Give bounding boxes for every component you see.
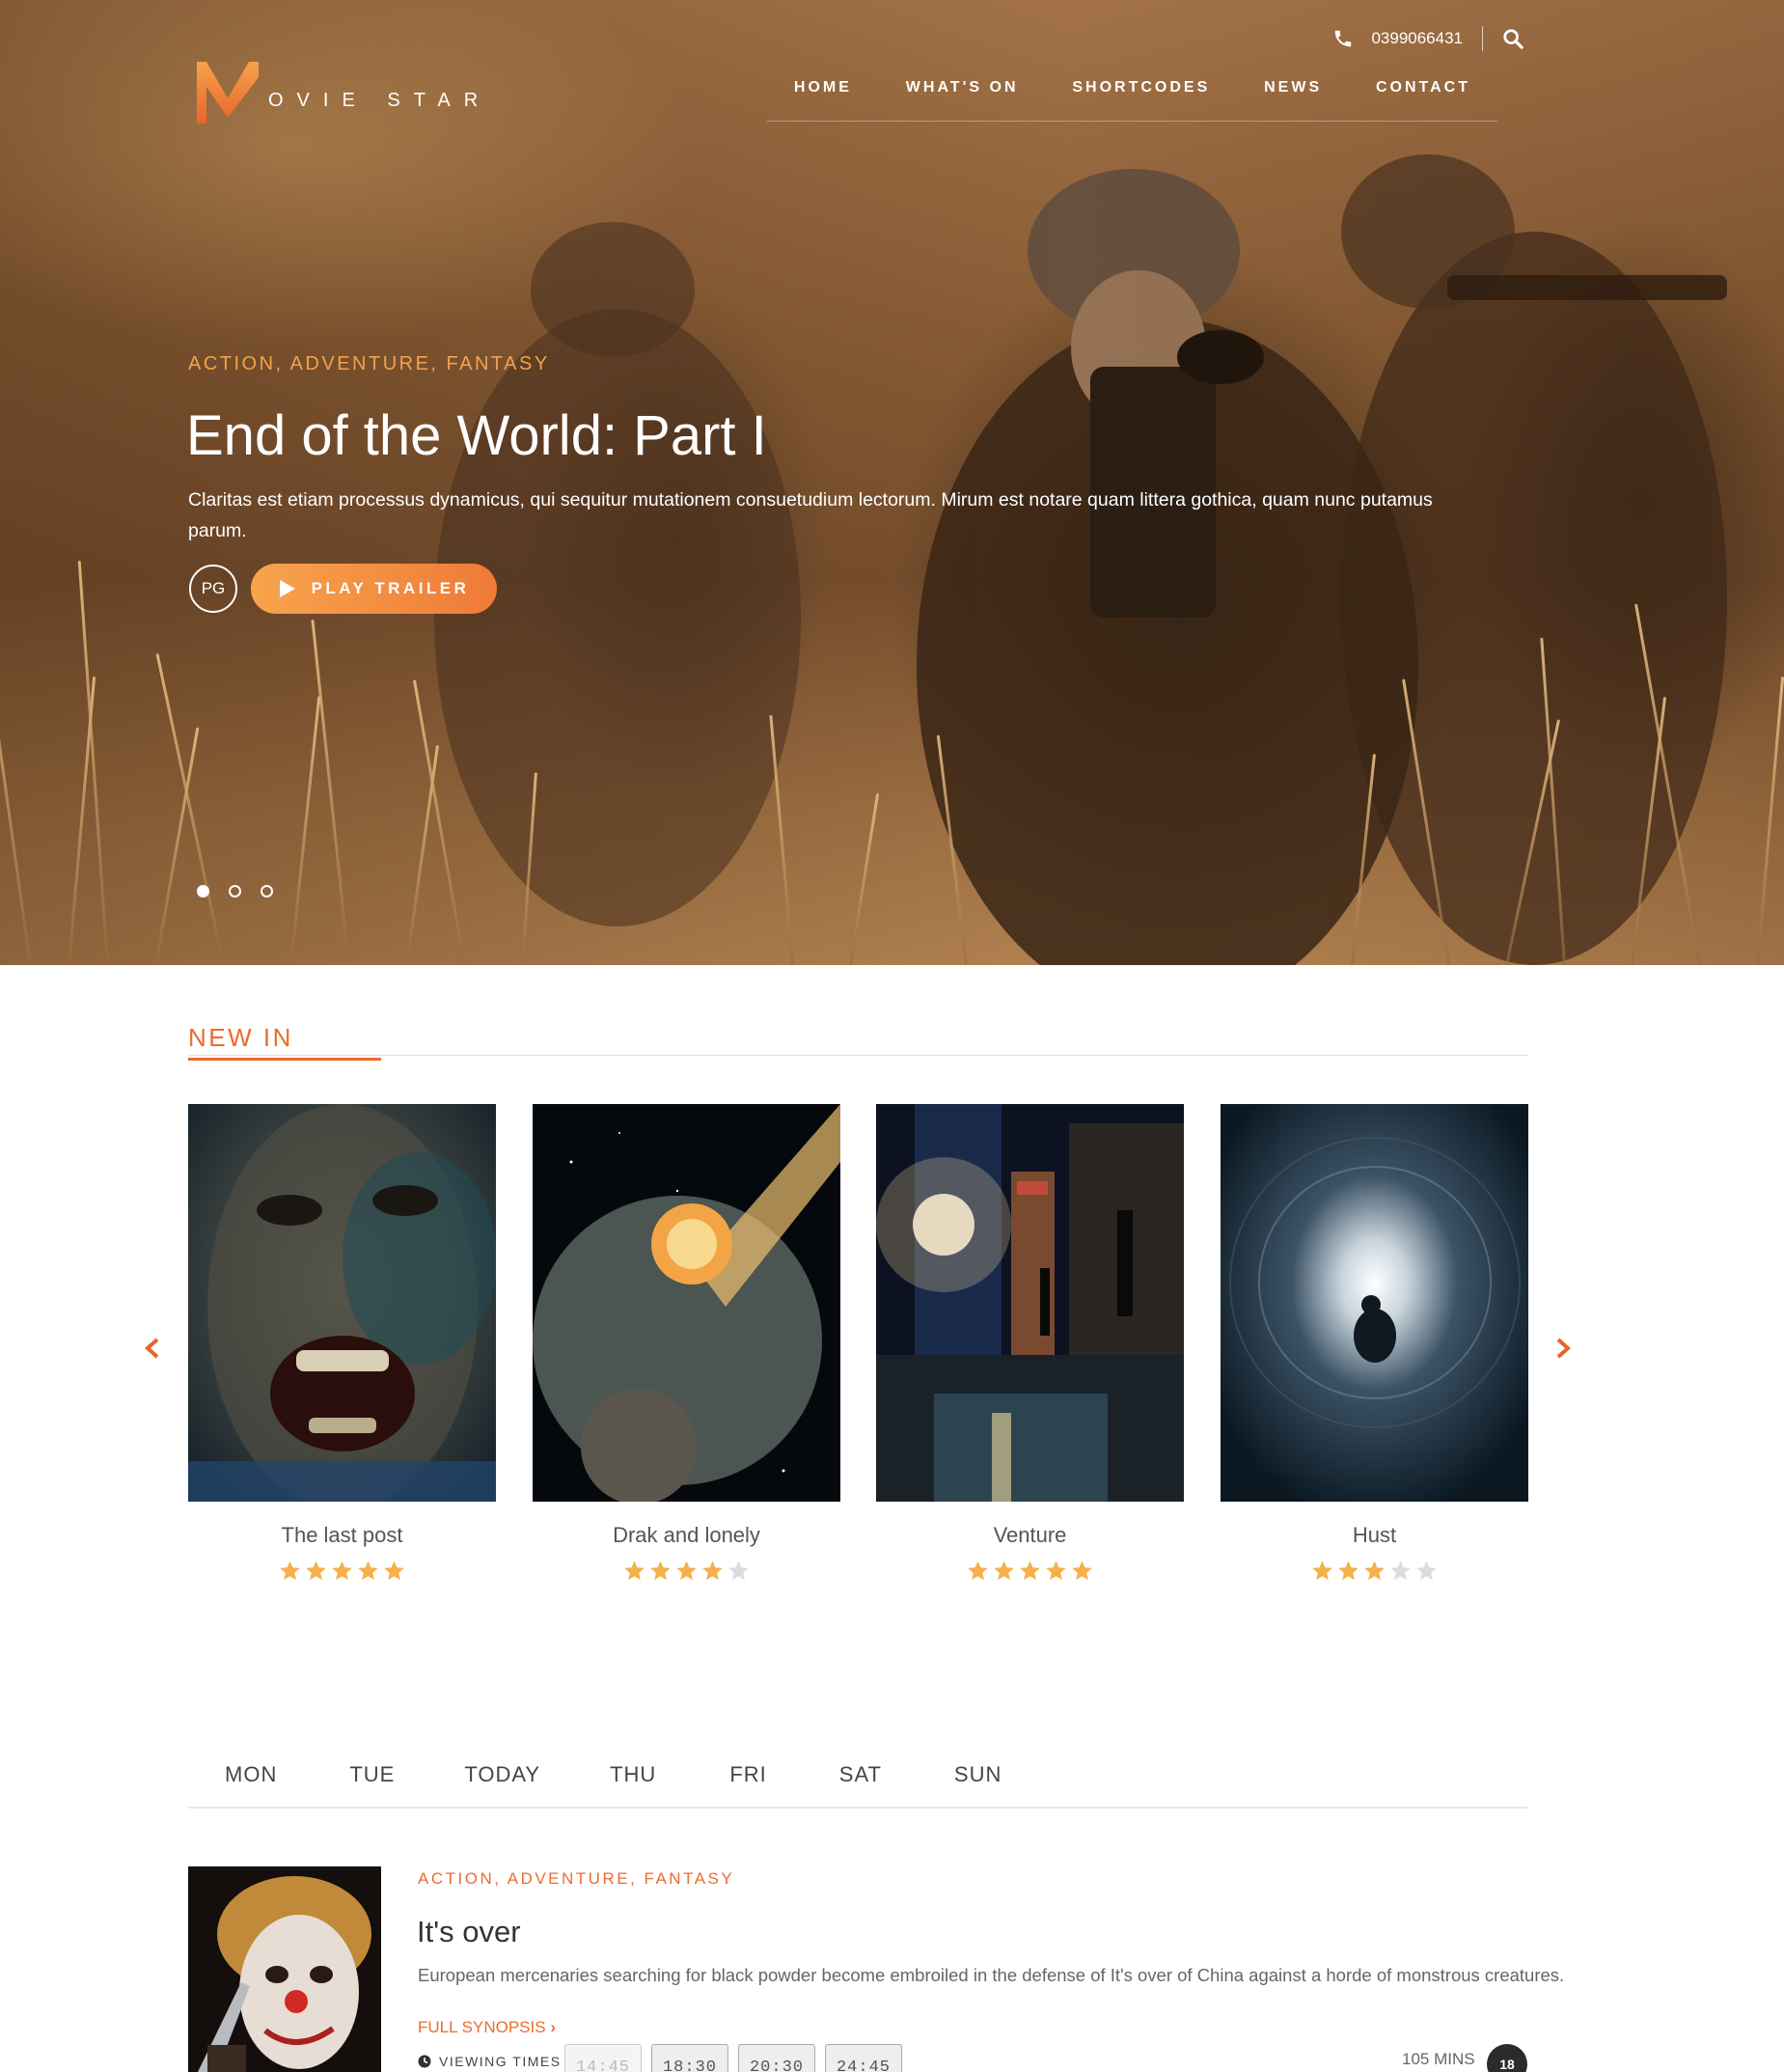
showtime-button[interactable]: 18:30 <box>651 2044 728 2072</box>
movie-poster[interactable] <box>876 1104 1184 1502</box>
poster-image-clown <box>188 1866 381 2072</box>
clock-icon <box>418 2055 431 2068</box>
movie-title[interactable]: Hust <box>1221 1523 1528 1548</box>
star-rating <box>533 1560 840 1582</box>
movie-title[interactable]: Venture <box>876 1523 1184 1548</box>
full-synopsis-label: FULL SYNOPSIS <box>418 2018 546 2036</box>
slider-dot-2[interactable] <box>229 885 241 898</box>
tab-thu[interactable]: THU <box>610 1747 656 1807</box>
movie-poster[interactable] <box>188 1104 496 1502</box>
star-filled-icon <box>1020 1561 1040 1581</box>
schedule-movie-poster[interactable] <box>188 1866 381 2072</box>
new-in-title: NEW IN <box>188 1023 381 1061</box>
hero-description: Claritas est etiam processus dynamicus, … <box>188 489 1433 541</box>
tab-fri[interactable]: FRI <box>729 1747 766 1807</box>
new-in-header: NEW IN <box>188 1023 1527 1061</box>
movie-poster[interactable] <box>1221 1104 1528 1502</box>
star-filled-icon <box>1364 1561 1385 1581</box>
slider-dot-1[interactable] <box>197 885 209 898</box>
nav-contact[interactable]: CONTACT <box>1376 79 1470 97</box>
star-filled-icon <box>994 1561 1014 1581</box>
full-synopsis-link[interactable]: FULL SYNOPSIS › <box>418 2018 556 2037</box>
main-nav: HOME WHAT'S ON SHORTCODES NEWS CONTACT <box>767 68 1497 122</box>
tab-tue[interactable]: TUE <box>349 1747 395 1807</box>
nav-whats-on[interactable]: WHAT'S ON <box>906 79 1019 97</box>
carousel-prev-icon[interactable] <box>143 1336 162 1361</box>
contact-bar: 0399066431 <box>1332 25 1523 52</box>
movie-card[interactable]: Hust <box>1221 1104 1528 1582</box>
showtimes: 14:45 18:30 20:30 24:45 <box>564 2044 902 2072</box>
showtime-button[interactable]: 20:30 <box>738 2044 815 2072</box>
hero-slider: OVIE STAR 0399066431 HOME WHAT'S ON SHOR… <box>0 0 1784 965</box>
day-tabs: MON TUE TODAY THU FRI SAT SUN <box>188 1747 1527 1809</box>
logo-text: OVIE STAR <box>268 90 492 111</box>
tab-sun[interactable]: SUN <box>954 1747 1002 1807</box>
rating-badge: PG <box>189 565 237 613</box>
play-trailer-button[interactable]: PLAY TRAILER <box>251 564 497 614</box>
schedule-genres[interactable]: ACTION, ADVENTURE, FANTASY <box>418 1869 734 1889</box>
schedule-movie-title[interactable]: It's over <box>417 1915 521 1949</box>
viewing-times-text: VIEWING TIMES <box>439 2054 562 2069</box>
star-filled-icon <box>332 1561 352 1581</box>
play-icon <box>279 580 295 597</box>
star-filled-icon <box>1312 1561 1332 1581</box>
star-filled-icon <box>1338 1561 1359 1581</box>
search-icon[interactable] <box>1502 28 1523 49</box>
phone-number[interactable]: 0399066431 <box>1371 29 1463 48</box>
nav-shortcodes[interactable]: SHORTCODES <box>1072 79 1210 97</box>
movie-card[interactable]: Drak and lonely <box>533 1104 840 1582</box>
age-rating-badge: 18 <box>1487 2044 1527 2072</box>
poster-image-city-street <box>876 1104 1184 1502</box>
star-rating <box>188 1560 496 1582</box>
star-filled-icon <box>650 1561 671 1581</box>
star-filled-icon <box>676 1561 697 1581</box>
movie-title[interactable]: Drak and lonely <box>533 1523 840 1548</box>
tab-sat[interactable]: SAT <box>839 1747 882 1807</box>
poster-image-tunnel <box>1221 1104 1528 1502</box>
star-filled-icon <box>624 1561 645 1581</box>
star-empty-icon <box>1416 1561 1437 1581</box>
nav-news[interactable]: NEWS <box>1264 79 1322 97</box>
carousel-next-icon[interactable] <box>1553 1336 1573 1361</box>
star-filled-icon <box>384 1561 404 1581</box>
slider-dot-3[interactable] <box>261 885 273 898</box>
poster-image-planet-impact <box>533 1104 840 1502</box>
play-trailer-label: PLAY TRAILER <box>311 579 470 597</box>
slider-dots <box>197 885 273 898</box>
star-filled-icon <box>702 1561 723 1581</box>
logo-m-icon <box>197 62 259 124</box>
nav-home[interactable]: HOME <box>794 79 852 97</box>
tab-today[interactable]: TODAY <box>464 1747 540 1807</box>
site-logo[interactable]: OVIE STAR <box>193 60 491 125</box>
movie-duration: 105 MINS <box>1402 2050 1475 2068</box>
hero-overlay <box>0 0 1784 965</box>
star-rating <box>1221 1560 1528 1582</box>
showtime-button[interactable]: 24:45 <box>825 2044 902 2072</box>
chevron-right-icon: › <box>550 2018 556 2036</box>
star-filled-icon <box>306 1561 326 1581</box>
showtime-button[interactable]: 14:45 <box>564 2044 642 2072</box>
movie-card[interactable]: Venture <box>876 1104 1184 1582</box>
star-rating <box>876 1560 1184 1582</box>
star-filled-icon <box>358 1561 378 1581</box>
star-empty-icon <box>728 1561 749 1581</box>
star-filled-icon <box>280 1561 300 1581</box>
hero-title: End of the World: Part I <box>186 404 767 467</box>
star-filled-icon <box>1046 1561 1066 1581</box>
viewing-times-label: VIEWING TIMES <box>418 2054 562 2069</box>
star-filled-icon <box>968 1561 988 1581</box>
topbar-divider <box>1482 26 1483 51</box>
schedule-movie-description: European mercenaries searching for black… <box>418 1965 1565 1985</box>
movie-card[interactable]: The last post <box>188 1104 496 1582</box>
poster-image-screaming-face <box>188 1104 496 1502</box>
phone-icon <box>1335 30 1352 47</box>
tab-mon[interactable]: MON <box>225 1747 277 1807</box>
star-empty-icon <box>1390 1561 1411 1581</box>
star-filled-icon <box>1072 1561 1092 1581</box>
hero-genres[interactable]: ACTION, ADVENTURE, FANTASY <box>188 353 550 375</box>
movie-title[interactable]: The last post <box>188 1523 496 1548</box>
movie-poster[interactable] <box>533 1104 840 1502</box>
